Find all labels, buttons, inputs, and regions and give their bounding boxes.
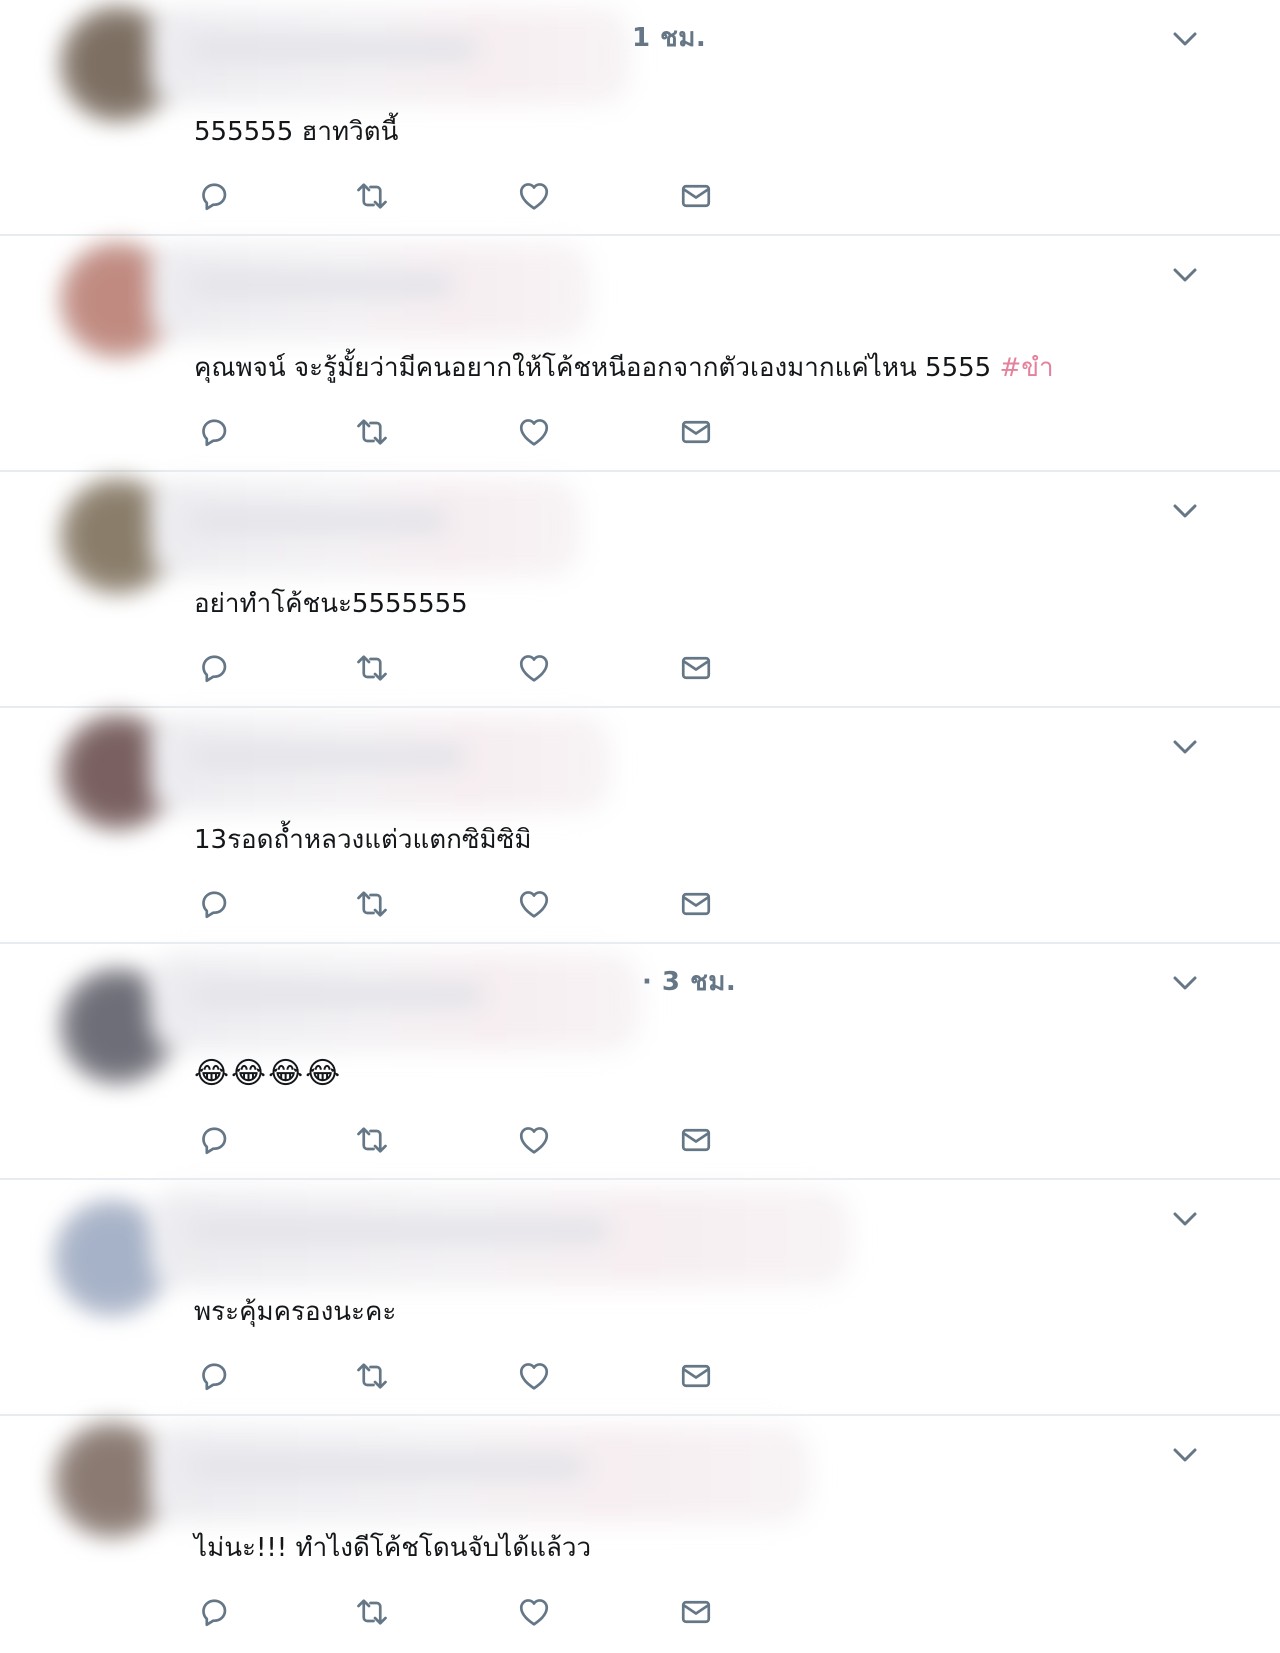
envelope-icon[interactable] xyxy=(678,650,714,686)
reply-icon[interactable] xyxy=(196,414,232,450)
retweet-icon[interactable] xyxy=(354,414,390,450)
retweet-icon[interactable] xyxy=(354,886,390,922)
heart-icon[interactable] xyxy=(516,886,552,922)
heart-icon[interactable] xyxy=(516,1358,552,1394)
chevron-down-icon[interactable] xyxy=(1170,24,1200,54)
reply-icon[interactable] xyxy=(196,178,232,214)
tweet-actions xyxy=(196,1122,756,1158)
envelope-icon[interactable] xyxy=(678,1594,714,1630)
tweet-text: 13รอดถ้ำหลวงแต่วแตกซิมิซิมิ xyxy=(194,825,532,855)
tweet-text: อย่าทำโค้ชนะ5555555 xyxy=(194,589,468,619)
reply-icon[interactable] xyxy=(196,1358,232,1394)
heart-icon[interactable] xyxy=(516,1594,552,1630)
envelope-icon[interactable] xyxy=(678,414,714,450)
blurred-user-name xyxy=(150,8,630,104)
tweet-actions xyxy=(196,1594,756,1630)
tweet-item[interactable]: ไม่นะ!!! ทำไงดีโค้ชโดนจับได้แล้วว xyxy=(0,1416,1280,1652)
heart-icon[interactable] xyxy=(516,1122,552,1158)
tweet-text: ไม่นะ!!! ทำไงดีโค้ชโดนจับได้แล้วว xyxy=(194,1533,592,1563)
reply-icon[interactable] xyxy=(196,1594,232,1630)
tweet-text: 😂😂😂😂 xyxy=(194,1056,343,1091)
reply-icon[interactable] xyxy=(196,886,232,922)
tweet-actions xyxy=(196,414,756,450)
envelope-icon[interactable] xyxy=(678,1358,714,1394)
chevron-down-icon[interactable] xyxy=(1170,260,1200,290)
blurred-user-name xyxy=(150,954,640,1050)
tweet-actions xyxy=(196,1358,756,1394)
retweet-icon[interactable] xyxy=(354,1122,390,1158)
tweet-item[interactable]: 13รอดถ้ำหลวงแต่วแตกซิมิซิมิ xyxy=(0,708,1280,944)
heart-icon[interactable] xyxy=(516,178,552,214)
tweet-actions xyxy=(196,886,756,922)
blurred-user-name xyxy=(150,1190,850,1286)
heart-icon[interactable] xyxy=(516,650,552,686)
tweet-actions xyxy=(196,650,756,686)
chevron-down-icon[interactable] xyxy=(1170,1440,1200,1470)
tweet-item[interactable]: · 3 ชม. 😂😂😂😂 xyxy=(0,944,1280,1180)
chevron-down-icon[interactable] xyxy=(1170,1204,1200,1234)
envelope-icon[interactable] xyxy=(678,1122,714,1158)
envelope-icon[interactable] xyxy=(678,886,714,922)
reply-icon[interactable] xyxy=(196,1122,232,1158)
chevron-down-icon[interactable] xyxy=(1170,496,1200,526)
tweet-text: พระคุ้มครองนะคะ xyxy=(194,1297,397,1327)
retweet-icon[interactable] xyxy=(354,650,390,686)
heart-icon[interactable] xyxy=(516,414,552,450)
retweet-icon[interactable] xyxy=(354,178,390,214)
envelope-icon[interactable] xyxy=(678,178,714,214)
tweet-item[interactable]: อย่าทำโค้ชนะ5555555 xyxy=(0,472,1280,708)
tweet-text: 555555 ฮาทวิตนี้ xyxy=(194,117,399,147)
tweet-timestamp[interactable]: · 3 ชม. xyxy=(642,961,736,1002)
retweet-icon[interactable] xyxy=(354,1594,390,1630)
retweet-icon[interactable] xyxy=(354,1358,390,1394)
blurred-user-name xyxy=(150,244,590,340)
blurred-user-name xyxy=(150,716,610,812)
blurred-user-name xyxy=(150,480,580,576)
tweet-timestamp[interactable]: 1 ชม. xyxy=(632,17,706,58)
hashtag-link[interactable]: #ขำ xyxy=(999,353,1053,383)
chevron-down-icon[interactable] xyxy=(1170,732,1200,762)
chevron-down-icon[interactable] xyxy=(1170,968,1200,998)
tweet-item[interactable]: คุณพจน์ จะรู้มั้ยว่ามีคนอยากให้โค้ชหนีออ… xyxy=(0,236,1280,472)
tweet-item[interactable]: พระคุ้มครองนะคะ xyxy=(0,1180,1280,1416)
blurred-user-name xyxy=(150,1426,810,1522)
tweet-item[interactable]: 1 ชม. 555555 ฮาทวิตนี้ xyxy=(0,0,1280,236)
tweet-text: คุณพจน์ จะรู้มั้ยว่ามีคนอยากให้โค้ชหนีออ… xyxy=(194,353,1054,383)
tweet-actions xyxy=(196,178,756,214)
reply-icon[interactable] xyxy=(196,650,232,686)
